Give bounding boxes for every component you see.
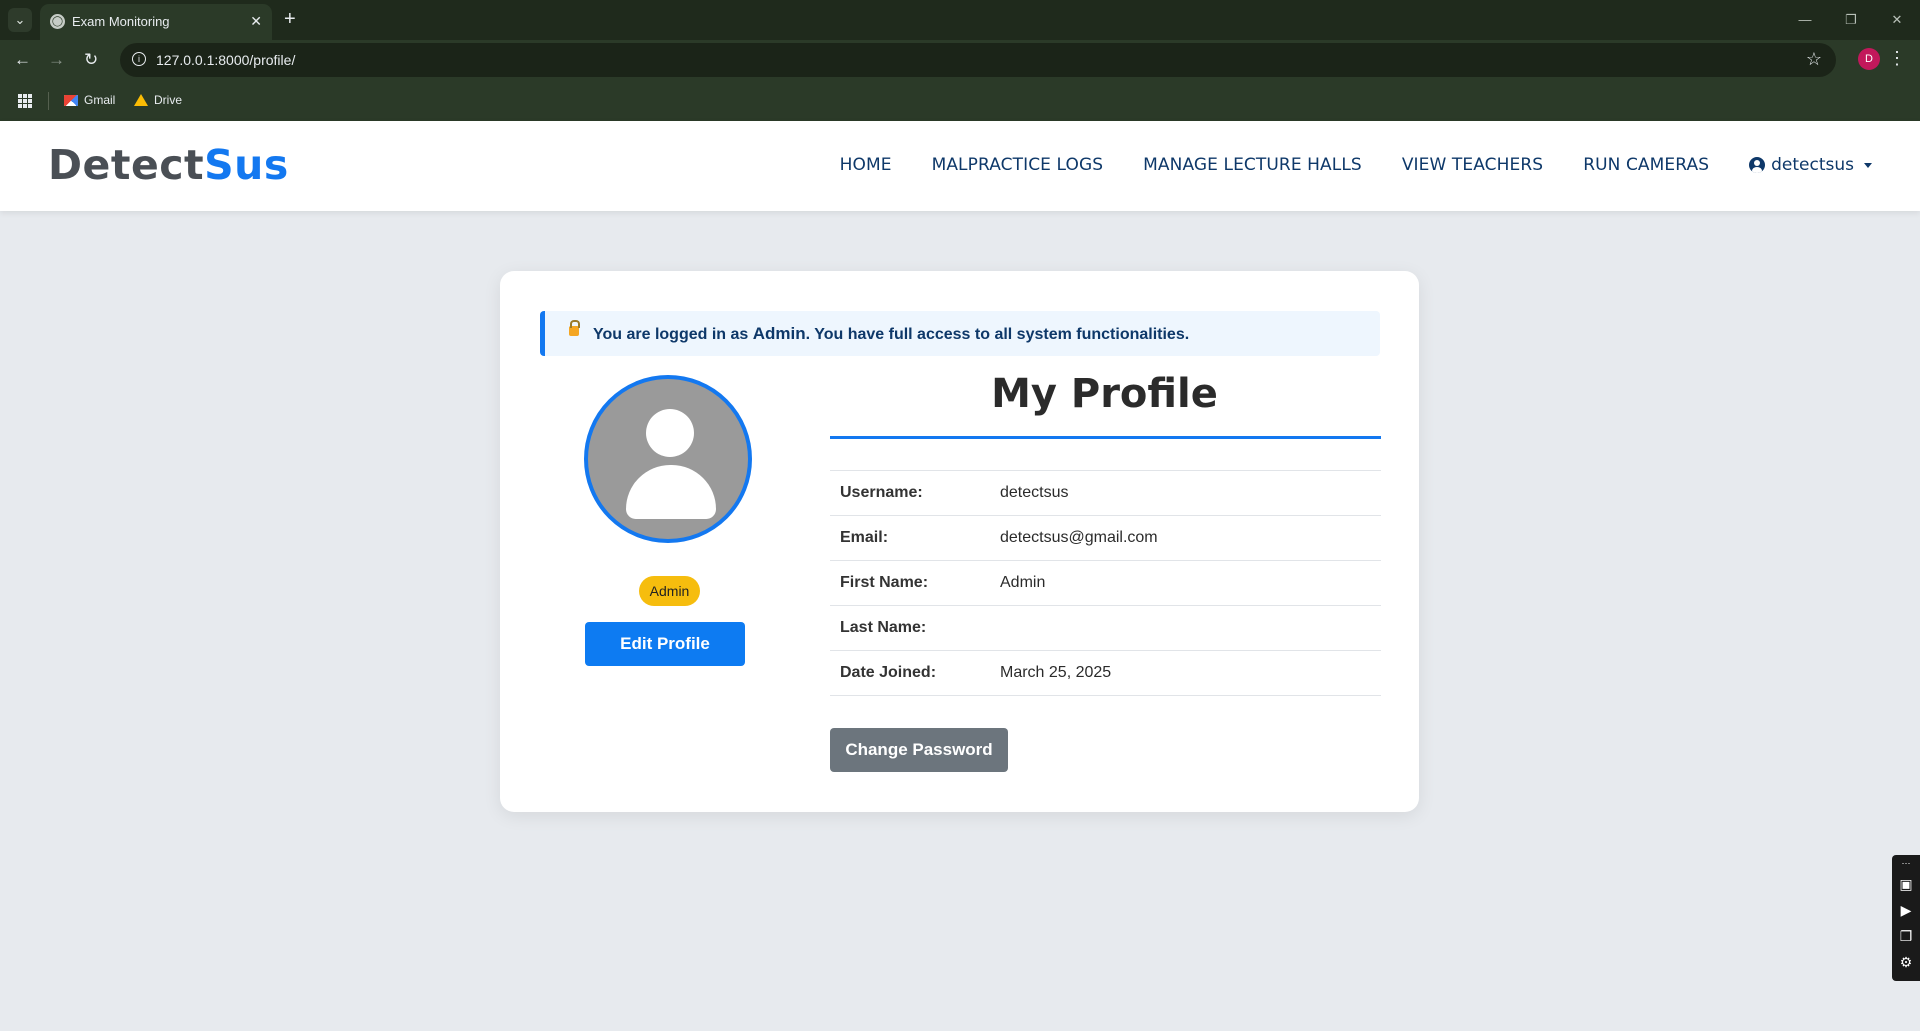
apps-grid-icon[interactable]	[18, 94, 32, 108]
nav-item-malpractice-logs[interactable]: MALPRACTICE LOGS	[932, 155, 1104, 175]
table-row: Username: detectsus	[830, 470, 1381, 516]
url-text[interactable]: 127.0.0.1:8000/profile/	[156, 52, 295, 68]
nav-item-run-cameras[interactable]: RUN CAMERAS	[1583, 155, 1709, 175]
forward-icon[interactable]: →	[48, 50, 65, 70]
minimize-icon[interactable]: —	[1782, 0, 1828, 40]
alert-prefix: You are logged in as	[593, 326, 753, 343]
role-badge: Admin	[639, 576, 700, 606]
alert-text: You are logged in as Admin. You have ful…	[593, 324, 1189, 344]
bookmark-star-icon[interactable]: ☆	[1806, 49, 1822, 70]
window-controls: — ❐ ✕	[1782, 0, 1920, 40]
back-icon[interactable]: ←	[14, 50, 31, 70]
nav-item-view-teachers[interactable]: VIEW TEACHERS	[1402, 155, 1543, 175]
site-info-icon[interactable]: i	[132, 52, 146, 66]
bookmark-drive[interactable]: Drive	[134, 93, 182, 107]
field-label: Last Name:	[830, 605, 990, 651]
bookmarks-divider	[48, 92, 49, 110]
caret-down-icon	[1864, 162, 1872, 168]
user-circle-icon	[1749, 157, 1766, 173]
field-value: detectsus	[990, 470, 1381, 516]
user-dropdown[interactable]: detectsus	[1749, 155, 1872, 175]
gear-icon[interactable]: ⚙	[1892, 949, 1920, 975]
page-title: My Profile	[991, 371, 1218, 417]
restore-icon[interactable]: ❐	[1828, 0, 1874, 40]
brand-logo[interactable]: DetectSus	[48, 141, 289, 189]
profile-card: You are logged in as Admin. You have ful…	[500, 271, 1419, 812]
screen-capture-widget: ⋯ ▣ ▶ ❐ ⚙	[1892, 855, 1920, 981]
field-value: detectsus@gmail.com	[990, 515, 1381, 561]
field-value: March 25, 2025	[990, 650, 1381, 696]
table-row: First Name: Admin	[830, 560, 1381, 606]
profile-details-table: Username: detectsus Email: detectsus@gma…	[830, 470, 1381, 696]
close-tab-icon[interactable]: ✕	[250, 13, 262, 30]
table-row: Date Joined: March 25, 2025	[830, 650, 1381, 696]
brand-part-sus: Sus	[204, 141, 289, 189]
change-password-button[interactable]: Change Password	[830, 728, 1008, 772]
field-label: Date Joined:	[830, 650, 990, 696]
close-window-icon[interactable]: ✕	[1874, 0, 1920, 40]
copy-icon[interactable]: ❐	[1892, 923, 1920, 949]
nav-item-home[interactable]: HOME	[840, 155, 892, 175]
browser-chrome: ⌄ ◯ Exam Monitoring ✕ + — ❐ ✕ ← → ↻ i 12…	[0, 0, 1920, 121]
field-value: Admin	[990, 560, 1381, 606]
user-name: detectsus	[1771, 155, 1854, 175]
access-alert: You are logged in as Admin. You have ful…	[540, 311, 1380, 356]
nav-item-manage-lecture-halls[interactable]: MANAGE LECTURE HALLS	[1143, 155, 1362, 175]
widget-link-icon[interactable]: ⋯	[1892, 855, 1920, 871]
table-row: Last Name:	[830, 605, 1381, 651]
camera-icon[interactable]: ▣	[1892, 871, 1920, 897]
field-label: First Name:	[830, 560, 990, 606]
alert-suffix: . You have full access to all system fun…	[805, 326, 1190, 343]
field-label: Email:	[830, 515, 990, 561]
avatar-head	[646, 409, 694, 457]
nav-menu: HOME MALPRACTICE LOGS MANAGE LECTURE HAL…	[800, 155, 1872, 175]
browser-toolbar: ← → ↻ i 127.0.0.1:8000/profile/ ☆ D ⋮	[0, 40, 1920, 82]
site-navbar: DetectSus HOME MALPRACTICE LOGS MANAGE L…	[0, 121, 1920, 211]
profile-avatar	[584, 375, 752, 543]
drive-icon	[134, 94, 148, 106]
browser-tab[interactable]: ◯ Exam Monitoring ✕	[40, 4, 272, 40]
table-row: Email: detectsus@gmail.com	[830, 515, 1381, 561]
globe-icon: ◯	[50, 14, 65, 29]
tab-bar: ⌄ ◯ Exam Monitoring ✕ + — ❐ ✕	[0, 0, 1920, 40]
browser-menu-icon[interactable]: ⋮	[1888, 48, 1906, 69]
field-value	[990, 605, 1381, 651]
video-icon[interactable]: ▶	[1892, 897, 1920, 923]
alert-role: Admin	[752, 324, 806, 343]
brand-part-detect: Detect	[48, 141, 205, 189]
bookmark-label: Gmail	[84, 93, 116, 107]
bookmark-gmail[interactable]: Gmail	[64, 93, 115, 107]
browser-profile-avatar[interactable]: D	[1858, 48, 1880, 70]
bookmark-label: Drive	[154, 93, 183, 107]
tab-title: Exam Monitoring	[72, 14, 170, 29]
reload-icon[interactable]: ↻	[84, 50, 98, 70]
field-label: Username:	[830, 470, 990, 516]
new-tab-button[interactable]: +	[284, 8, 296, 30]
edit-profile-button[interactable]: Edit Profile	[585, 622, 745, 666]
address-bar[interactable]: i 127.0.0.1:8000/profile/ ☆	[120, 43, 1836, 77]
lock-icon	[569, 320, 580, 336]
title-divider	[830, 436, 1381, 439]
avatar-body	[626, 465, 716, 519]
bookmarks-bar: Gmail Drive	[0, 82, 1920, 121]
gmail-icon	[64, 94, 78, 106]
tab-search-button[interactable]: ⌄	[8, 8, 32, 32]
